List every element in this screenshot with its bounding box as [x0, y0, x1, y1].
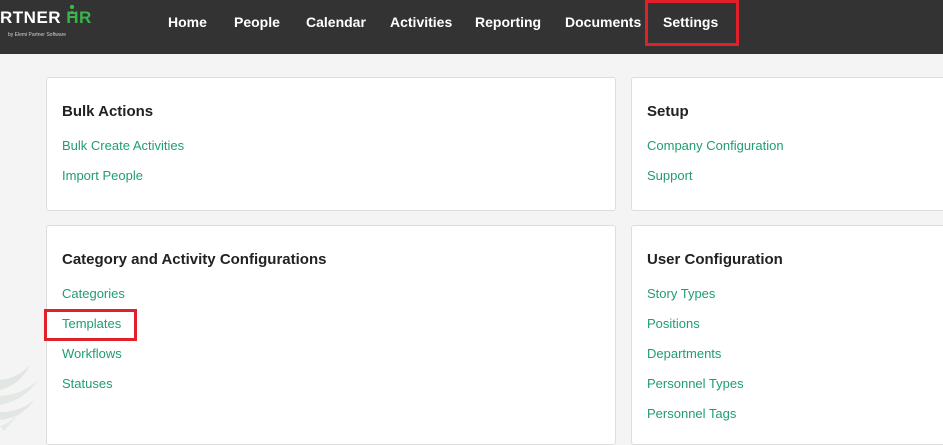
- positions-link[interactable]: Positions: [647, 316, 700, 331]
- category-activity-title: Category and Activity Configurations: [62, 251, 327, 268]
- user-configuration-title: User Configuration: [647, 251, 783, 268]
- import-people-link[interactable]: Import People: [62, 168, 143, 183]
- nav-people[interactable]: People: [234, 0, 280, 44]
- user-configuration-panel: User Configuration Story Types Positions…: [631, 225, 943, 445]
- setup-title: Setup: [647, 103, 689, 120]
- setup-panel: Setup Company Configuration Support: [631, 77, 943, 211]
- bulk-create-activities-link[interactable]: Bulk Create Activities: [62, 138, 184, 153]
- decorative-plant-image: [0, 365, 38, 431]
- bulk-actions-title: Bulk Actions: [62, 103, 154, 120]
- company-configuration-link[interactable]: Company Configuration: [647, 138, 784, 153]
- personnel-tags-link[interactable]: Personnel Tags: [647, 406, 736, 421]
- support-link[interactable]: Support: [647, 168, 693, 183]
- logo-tagline: by Elemi Partner Software: [8, 32, 67, 38]
- nav-activities[interactable]: Activities: [390, 0, 452, 44]
- nav-calendar[interactable]: Calendar: [306, 0, 366, 44]
- bulk-actions-panel: Bulk Actions Bulk Create Activities Impo…: [46, 77, 616, 211]
- nav-settings[interactable]: Settings: [663, 0, 718, 44]
- logo-person-icon: [68, 4, 76, 14]
- category-activity-panel: Category and Activity Configurations Cat…: [46, 225, 616, 445]
- nav-documents[interactable]: Documents: [565, 0, 641, 44]
- nav-home[interactable]: Home: [168, 0, 207, 44]
- top-navigation-bar: RTNER HR by Elemi Partner Software Home …: [0, 0, 943, 54]
- nav-reporting[interactable]: Reporting: [475, 0, 541, 44]
- statuses-link[interactable]: Statuses: [62, 376, 113, 391]
- story-types-link[interactable]: Story Types: [647, 286, 715, 301]
- categories-link[interactable]: Categories: [62, 286, 125, 301]
- logo-wordmark: RTNER HR: [0, 8, 92, 28]
- departments-link[interactable]: Departments: [647, 346, 721, 361]
- logo-text-main: RTNER: [0, 8, 67, 27]
- app-logo[interactable]: RTNER HR by Elemi Partner Software: [0, 4, 92, 46]
- personnel-types-link[interactable]: Personnel Types: [647, 376, 744, 391]
- templates-link[interactable]: Templates: [62, 316, 121, 331]
- workflows-link[interactable]: Workflows: [62, 346, 122, 361]
